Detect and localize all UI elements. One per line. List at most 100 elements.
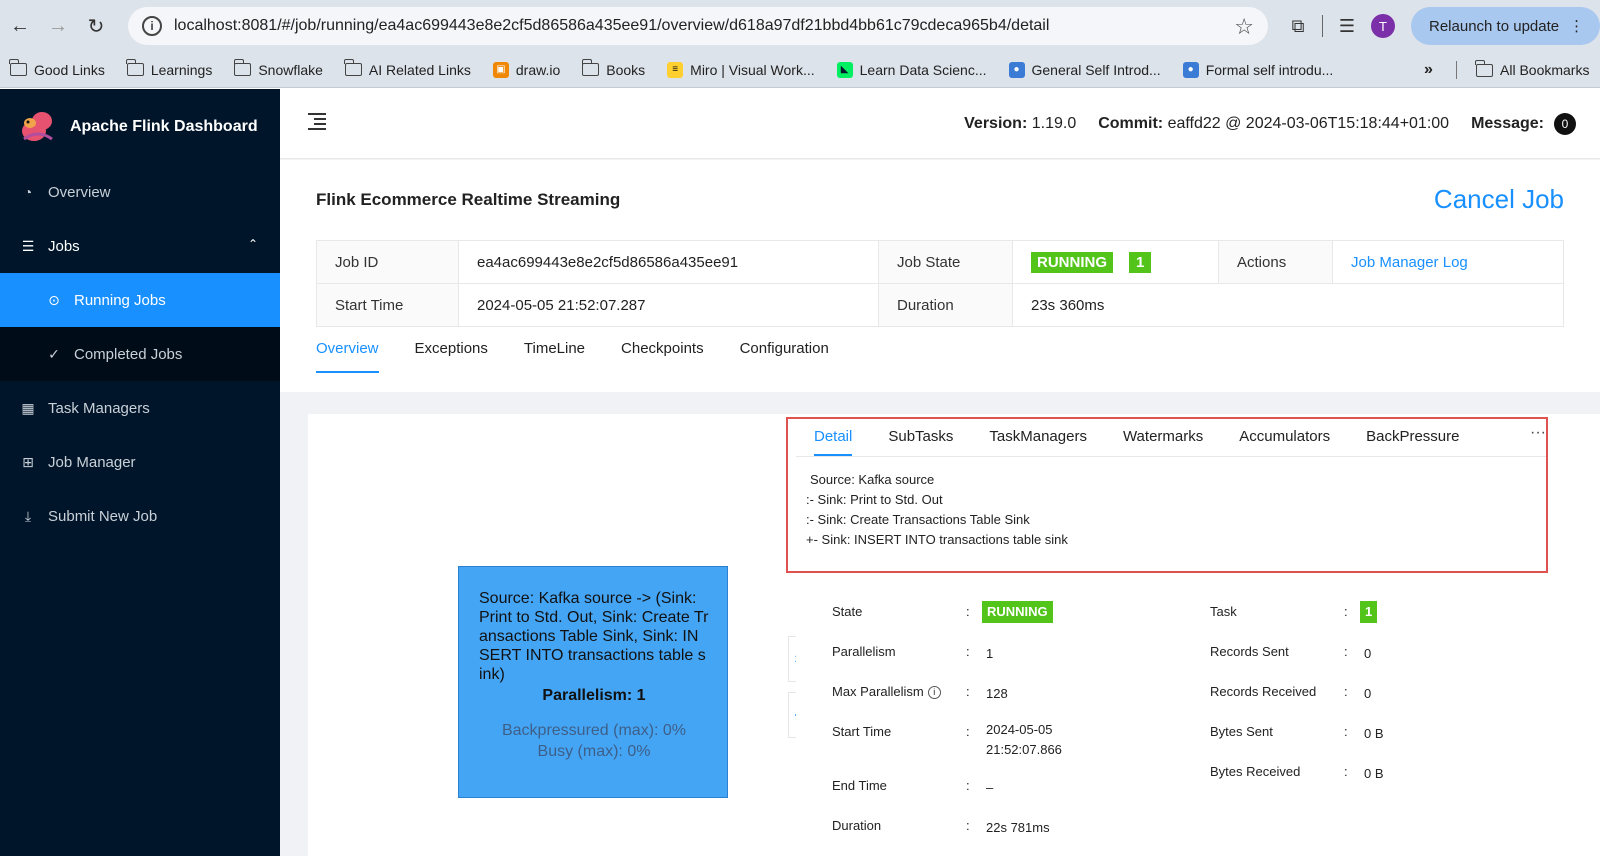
node-title: Source: Kafka source -> (Sink: Print to … [479,590,709,683]
main-area: Version: 1.19.0 Commit: eaffd22 @ 2024-0… [280,89,1600,856]
sidebar-item-jobs[interactable]: ☰ Jobs ⌃ [0,219,280,273]
bookmark-drawio[interactable]: ▣ draw.io [492,61,561,78]
sidebar-item-task-managers[interactable]: ▦ Task Managers [0,381,280,435]
job-manager-log-link[interactable]: Job Manager Log [1332,240,1564,284]
brand[interactable]: Apache Flink Dashboard [0,89,280,165]
all-bookmarks-button[interactable]: All Bookmarks [1475,52,1589,88]
relaunch-button[interactable]: Relaunch to update ⋮ [1411,7,1600,45]
site-info-icon[interactable]: i [142,16,162,36]
bookmark-learnings[interactable]: Learnings [126,59,213,78]
bookmark-books[interactable]: Books [581,59,646,78]
bookmark-ai-links[interactable]: AI Related Links [344,59,471,78]
people-icon: ● [1008,61,1025,78]
reload-icon[interactable]: ↻ [78,8,114,44]
tab-overview[interactable]: Overview [316,340,379,373]
start-time-label: Start Time [316,283,459,327]
job-title: Flink Ecommerce Realtime Streaming [316,190,621,209]
version-label: Version: [964,115,1028,132]
jobs-submenu: ⊙ Running Jobs ✓ Completed Jobs [0,273,280,381]
info-icon[interactable]: i [927,685,941,699]
address-bar[interactable]: i localhost:8081/#/job/running/ea4ac6994… [128,7,1268,45]
folder-icon [233,59,252,76]
forward-arrow-icon[interactable]: → [40,8,76,44]
sidebar-item-completed-jobs[interactable]: ✓ Completed Jobs [0,327,280,381]
sidebar-item-label: Job Manager [48,453,136,471]
table-row: Job ID ea4ac699443e8e2cf5d86586a435ee91 … [316,240,1564,284]
job-manager-log-link-text[interactable]: Job Manager Log [1351,254,1468,271]
detail-label-wrap: Max Parallelism i [832,684,941,699]
drawio-icon: ▣ [492,61,509,78]
dashboard-gauge-icon: ◔ [23,184,33,200]
bookmark-label: Learnings [150,61,213,78]
tab-timeline[interactable]: TimeLine [524,340,585,373]
detail-label: State [832,604,863,619]
bookmark-label: Learn Data Scienc... [859,61,987,78]
sidebar-item-overview[interactable]: ◔ Overview [0,165,280,219]
commit: Commit: eaffd22 @ 2024-03-06T15:18:44+01… [1098,115,1449,133]
bookmark-general-intro[interactable]: ● General Self Introd... [1008,61,1161,78]
job-summary-table: Job ID ea4ac699443e8e2cf5d86586a435ee91 … [316,240,1564,327]
table-row: Start Time 2024-05-05 21:52:07.287 Durat… [316,283,1564,327]
sidebar-item-label: Completed Jobs [74,345,183,363]
job-id-value: ea4ac699443e8e2cf5d86586a435ee91 [458,240,879,284]
bookmark-star-icon[interactable]: ☆ [1234,14,1254,40]
bookmark-miro[interactable]: ≡ Miro | Visual Work... [667,61,815,78]
bookmark-label: Formal self introdu... [1205,61,1334,78]
browser-toolbar: ← → ↻ i localhost:8081/#/job/running/ea4… [0,0,1600,52]
job-header: Flink Ecommerce Realtime Streaming Cance… [280,160,1600,392]
tab-checkpoints[interactable]: Checkpoints [621,340,704,373]
extensions-icon[interactable]: ⧉ [1280,8,1316,44]
chevron-up-icon: ⌃ [247,237,258,251]
message-count-badge[interactable]: 0 [1554,113,1576,135]
sidebar-item-submit-new-job[interactable]: ⤓ Submit New Job [0,489,280,543]
profile-avatar[interactable]: T [1371,14,1395,38]
status-badge: RUNNING [1031,251,1113,273]
detail-label: End Time [832,778,887,793]
sidebar-item-label: Submit New Job [48,507,158,525]
colon: : [966,818,970,833]
sidebar-item-label: Task Managers [48,399,150,417]
start-time-value: 2024-05-05 21:52:07.287 [458,283,879,327]
bookmark-snowflake[interactable]: Snowflake [233,59,323,78]
top-header: Version: 1.19.0 Commit: eaffd22 @ 2024-0… [280,89,1600,159]
detail-label: Records Sent [1210,644,1289,659]
colon: : [966,604,970,619]
tab-configuration[interactable]: Configuration [740,340,829,373]
flink-squirrel-logo-icon [22,112,53,141]
url-text[interactable]: localhost:8081/#/job/running/ea4ac699443… [174,17,1049,35]
colon: : [1344,644,1348,659]
menu-fold-icon[interactable] [308,113,326,130]
cluster-icon: ⊞ [22,453,34,470]
bookmark-label: Books [606,61,646,78]
version-info: Version: 1.19.0 Commit: eaffd22 @ 2024-0… [964,113,1576,135]
detail-label: Bytes Sent [1210,724,1273,739]
bookmark-label: Snowflake [258,61,323,78]
detail-value: 128 [986,686,1008,701]
upload-icon: ⤓ [24,507,32,524]
folder-icon [9,59,27,76]
sidebar-item-job-manager[interactable]: ⊞ Job Manager [0,435,280,489]
message[interactable]: Message: 0 [1471,113,1576,135]
job-vertex-node[interactable]: Source: Kafka source -> (Sink: Print to … [458,566,728,798]
back-arrow-icon[interactable]: ← [2,8,38,44]
sidebar-item-running-jobs[interactable]: ⊙ Running Jobs [0,273,280,327]
colon: : [1344,724,1348,739]
bookmark-label: draw.io [515,61,561,78]
detail-label: Records Received [1210,684,1317,699]
cancel-job-button[interactable]: Cancel Job [1434,184,1564,215]
bookmark-label: General Self Introd... [1031,61,1161,78]
toolbar-divider [1322,15,1323,37]
job-id-label: Job ID [316,240,459,284]
colon: : [966,644,970,659]
more-bookmarks-chevron-icon[interactable]: » [1424,61,1433,79]
colon: : [1344,604,1348,619]
bookmark-datacamp[interactable]: ◣ Learn Data Scienc... [836,61,987,78]
version: Version: 1.19.0 [964,115,1076,133]
tab-exceptions[interactable]: Exceptions [415,340,488,373]
detail-label: Duration [832,818,882,833]
bookmark-formal-intro[interactable]: ● Formal self introdu... [1182,61,1334,78]
detail-label: Task [1210,604,1237,619]
reading-list-icon[interactable]: ☰ [1329,8,1365,44]
bookmark-good-links[interactable]: Good Links [9,59,105,78]
duration-value: 23s 360ms [1012,283,1564,327]
